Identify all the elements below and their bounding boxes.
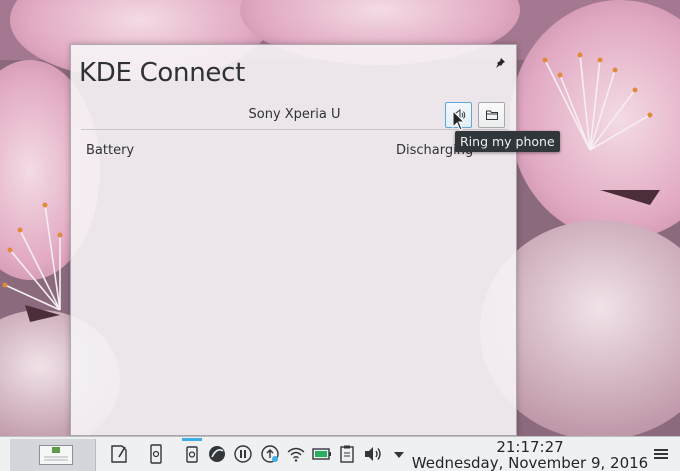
clipboard-icon[interactable] [336,443,358,465]
media-pause-icon[interactable] [232,443,254,465]
kdeconnect-popup: KDE Connect Sony Xperia U Battery Discha… [70,44,517,436]
popup-title: KDE Connect [79,58,245,88]
volume-icon[interactable] [362,443,384,465]
wifi-icon[interactable] [285,443,307,465]
battery-label: Battery [86,143,135,158]
battery-icon[interactable] [311,443,333,465]
kdeconnect-icon[interactable] [145,443,167,465]
virtual-desktop-pager[interactable] [10,439,96,471]
kdeconnect-active-icon[interactable] [181,443,203,465]
desktop-thumbnail-icon [39,445,73,465]
updates-icon[interactable] [259,443,281,465]
ring-phone-tooltip: Ring my phone [455,131,560,152]
expand-tray-icon[interactable] [388,443,410,465]
header-divider [81,129,508,130]
hamburger-icon[interactable] [652,446,670,462]
pin-icon[interactable] [494,57,506,69]
clock-date[interactable]: Wednesday, November 9, 2016 [410,454,650,471]
notes-icon[interactable] [108,443,130,465]
mouse-cursor-icon [452,110,466,131]
browse-phone-button[interactable] [478,102,505,128]
taskbar-panel: 21:17:27 Wednesday, November 9, 2016 [0,436,680,471]
ktorrent-icon[interactable] [206,443,228,465]
active-applet-indicator [182,438,202,441]
folder-icon [485,110,498,120]
